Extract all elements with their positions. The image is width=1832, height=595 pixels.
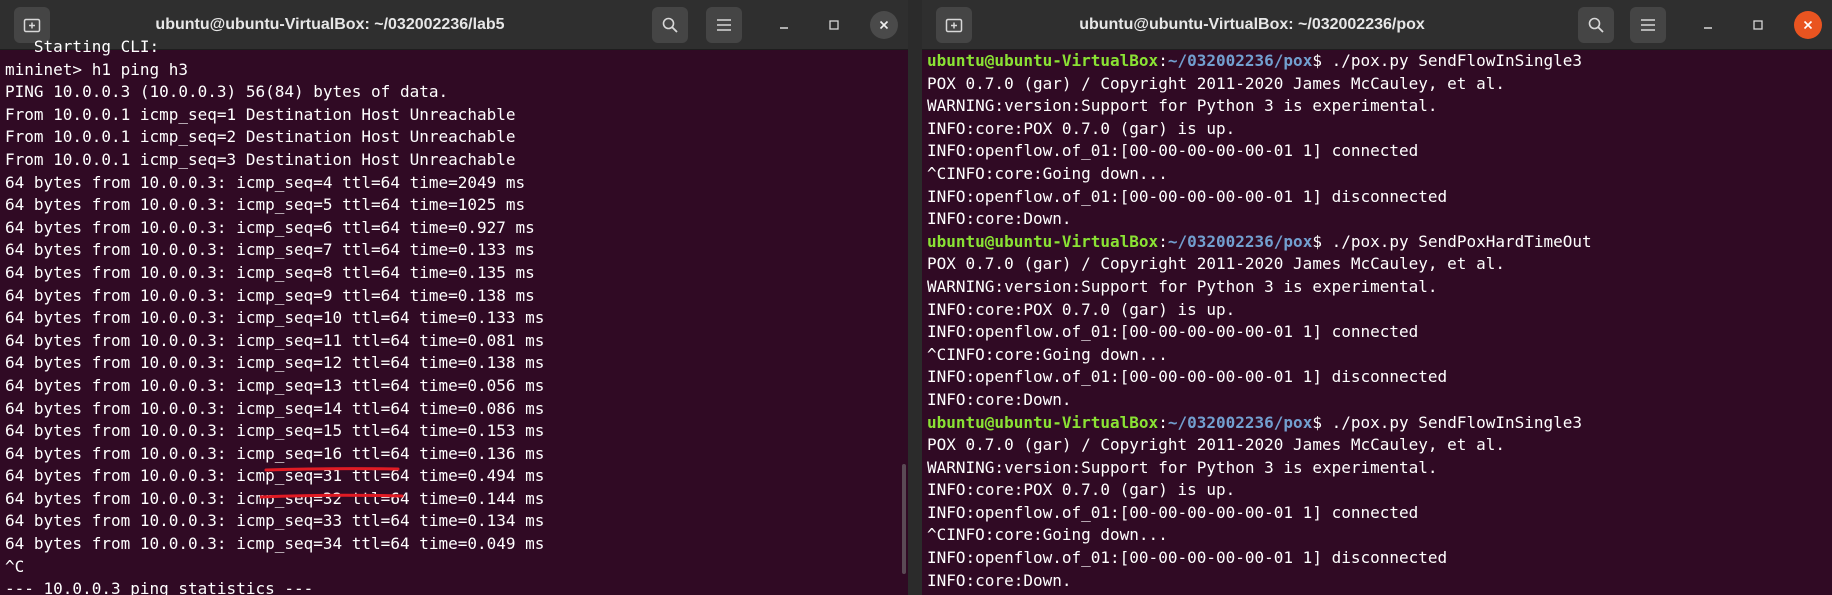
maximize-button[interactable]: [820, 11, 848, 39]
terminal-line: INFO:core:Down.: [927, 209, 1072, 229]
terminal-line: 64 bytes from 10.0.0.3: icmp_seq=8 ttl=6…: [5, 262, 535, 282]
search-icon: [1588, 17, 1604, 33]
terminal-line: POX 0.7.0 (gar) / Copyright 2011-2020 Ja…: [927, 73, 1505, 93]
terminal-line: INFO:openflow.of_01:[00-00-00-00-00-01 1…: [927, 502, 1419, 522]
titlebar[interactable]: ubuntu@ubuntu-VirtualBox: ~/032002236/po…: [922, 0, 1832, 50]
prompt-line: ubuntu@ubuntu-VirtualBox:~/032002236/pox…: [927, 231, 1822, 254]
terminal-output[interactable]: Starting CLI: mininet> h1 ping h3 PING 10.…: [5, 36, 898, 595]
terminal-line: From 10.0.0.1 icmp_seq=3 Destination Hos…: [5, 149, 516, 169]
window-title: ubuntu@ubuntu-VirtualBox: ~/032002236/po…: [1079, 16, 1425, 33]
terminal-line: 64 bytes from 10.0.0.3: icmp_seq=16 ttl=…: [5, 443, 545, 463]
prompt-separator: :: [1158, 412, 1168, 432]
terminal-line: From 10.0.0.1 icmp_seq=1 Destination Hos…: [5, 104, 516, 124]
maximize-button[interactable]: [1744, 11, 1772, 39]
terminal-line: POX 0.7.0 (gar) / Copyright 2011-2020 Ja…: [927, 254, 1505, 274]
prompt-line: ubuntu@ubuntu-VirtualBox:~/032002236/pox…: [927, 50, 1822, 73]
scrollbar[interactable]: [902, 464, 906, 574]
command-text: ./pox.py SendFlowInSingle3: [1331, 51, 1583, 70]
terminal-line: INFO:core:POX 0.7.0 (gar) is up.: [927, 480, 1236, 500]
prompt-separator: :: [1158, 51, 1168, 70]
terminal-line: 64 bytes from 10.0.0.3: icmp_seq=31 ttl=…: [5, 466, 545, 486]
menu-button[interactable]: [1630, 7, 1666, 43]
terminal-line: 64 bytes from 10.0.0.3: icmp_seq=13 ttl=…: [5, 375, 545, 395]
close-button[interactable]: [870, 11, 898, 39]
terminal-line: 64 bytes from 10.0.0.3: icmp_seq=6 ttl=6…: [5, 217, 535, 237]
terminal-line: 64 bytes from 10.0.0.3: icmp_seq=10 ttl=…: [5, 308, 545, 328]
terminal-line: INFO:core:POX 0.7.0 (gar) is up.: [927, 118, 1236, 138]
terminal-line: ^CINFO:core:Going down...: [927, 525, 1168, 545]
maximize-icon: [829, 20, 839, 30]
search-icon: [662, 17, 678, 33]
terminal-line: WARNING:version:Support for Python 3 is …: [927, 276, 1438, 296]
terminal-output[interactable]: ubuntu@ubuntu-VirtualBox:~/032002236/pox…: [927, 50, 1822, 595]
terminal-line: 64 bytes from 10.0.0.3: icmp_seq=11 ttl=…: [5, 330, 545, 350]
minimize-button[interactable]: [770, 11, 798, 39]
search-button[interactable]: [1578, 7, 1614, 43]
terminal-line: ^CINFO:core:Going down...: [927, 344, 1168, 364]
close-icon: [879, 20, 889, 30]
terminal-line: INFO:openflow.of_01:[00-00-00-00-00-01 1…: [927, 141, 1419, 161]
prompt-user: ubuntu@ubuntu-VirtualBox: [927, 231, 1159, 251]
command-text: ./pox.py SendFlowInSingle3: [1331, 412, 1583, 432]
prompt-path: ~/032002236/pox: [1167, 51, 1313, 70]
terminal-line: ^CINFO:core:Going down...: [927, 163, 1168, 183]
close-icon: [1803, 20, 1813, 30]
prompt-symbol: $: [1312, 231, 1332, 251]
terminal-line: ^C: [5, 556, 25, 576]
terminal-line: From 10.0.0.1 icmp_seq=2 Destination Hos…: [5, 127, 516, 147]
prompt-path: ~/032002236/pox: [1167, 231, 1313, 251]
terminal-line: WARNING:version:Support for Python 3 is …: [927, 457, 1438, 477]
terminal-line: 64 bytes from 10.0.0.3: icmp_seq=14 ttl=…: [5, 398, 545, 418]
terminal-line: POX 0.7.0 (gar) / Copyright 2011-2020 Ja…: [927, 435, 1505, 455]
terminal-line: INFO:openflow.of_01:[00-00-00-00-00-01 1…: [927, 367, 1448, 387]
prompt-user: ubuntu@ubuntu-VirtualBox: [927, 51, 1159, 70]
terminal-line: 64 bytes from 10.0.0.3: icmp_seq=9 ttl=6…: [5, 285, 535, 305]
terminal-line: 64 bytes from 10.0.0.3: icmp_seq=32 ttl=…: [5, 488, 545, 508]
terminal-line: 64 bytes from 10.0.0.3: icmp_seq=5 ttl=6…: [5, 195, 526, 215]
prompt-symbol: $: [1312, 51, 1332, 70]
terminal-line: WARNING:version:Support for Python 3 is …: [927, 96, 1438, 116]
prompt-line: ubuntu@ubuntu-VirtualBox:~/032002236/pox…: [927, 412, 1822, 435]
prompt-path: ~/032002236/pox: [1167, 412, 1313, 432]
terminal-window-lab5[interactable]: ubuntu@ubuntu-VirtualBox: ~/032002236/la…: [0, 0, 908, 595]
minimize-icon: [780, 27, 788, 29]
terminal-line: 64 bytes from 10.0.0.3: icmp_seq=34 ttl=…: [5, 534, 545, 554]
terminal-window-pox[interactable]: ubuntu@ubuntu-VirtualBox: ~/032002236/po…: [922, 0, 1832, 595]
command-text: ./pox.py SendPoxHardTimeOut: [1331, 231, 1592, 251]
terminal-line: mininet> h1 ping h3: [5, 59, 189, 79]
prompt-separator: :: [1158, 231, 1168, 251]
terminal-line: INFO:core:POX 0.7.0 (gar) is up.: [927, 299, 1236, 319]
terminal-line: INFO:openflow.of_01:[00-00-00-00-00-01 1…: [927, 322, 1419, 342]
maximize-icon: [1753, 20, 1763, 30]
terminal-line: 64 bytes from 10.0.0.3: icmp_seq=12 ttl=…: [5, 353, 545, 373]
hamburger-menu-icon: [1641, 19, 1655, 31]
minimize-icon: [1704, 27, 1712, 29]
close-button[interactable]: [1794, 11, 1822, 39]
prompt-user: ubuntu@ubuntu-VirtualBox: [927, 412, 1159, 432]
terminal-line: INFO:core:Down.: [927, 389, 1072, 409]
terminal-line: Starting CLI:: [5, 37, 160, 56]
prompt-symbol: $: [1312, 412, 1332, 432]
terminal-line: 64 bytes from 10.0.0.3: icmp_seq=15 ttl=…: [5, 421, 545, 441]
terminal-line: --- 10.0.0.3 ping statistics ---: [5, 579, 314, 595]
terminal-line: PING 10.0.0.3 (10.0.0.3) 56(84) bytes of…: [5, 82, 449, 102]
terminal-line: 64 bytes from 10.0.0.3: icmp_seq=4 ttl=6…: [5, 172, 526, 192]
window-gap: [908, 0, 922, 595]
hamburger-menu-icon: [717, 19, 731, 31]
terminal-line: INFO:openflow.of_01:[00-00-00-00-00-01 1…: [927, 548, 1448, 568]
terminal-line: 64 bytes from 10.0.0.3: icmp_seq=7 ttl=6…: [5, 240, 535, 260]
terminal-line: INFO:core:Down.: [927, 570, 1072, 590]
minimize-button[interactable]: [1694, 11, 1722, 39]
terminal-line: 64 bytes from 10.0.0.3: icmp_seq=33 ttl=…: [5, 511, 545, 531]
terminal-line: INFO:openflow.of_01:[00-00-00-00-00-01 1…: [927, 186, 1448, 206]
